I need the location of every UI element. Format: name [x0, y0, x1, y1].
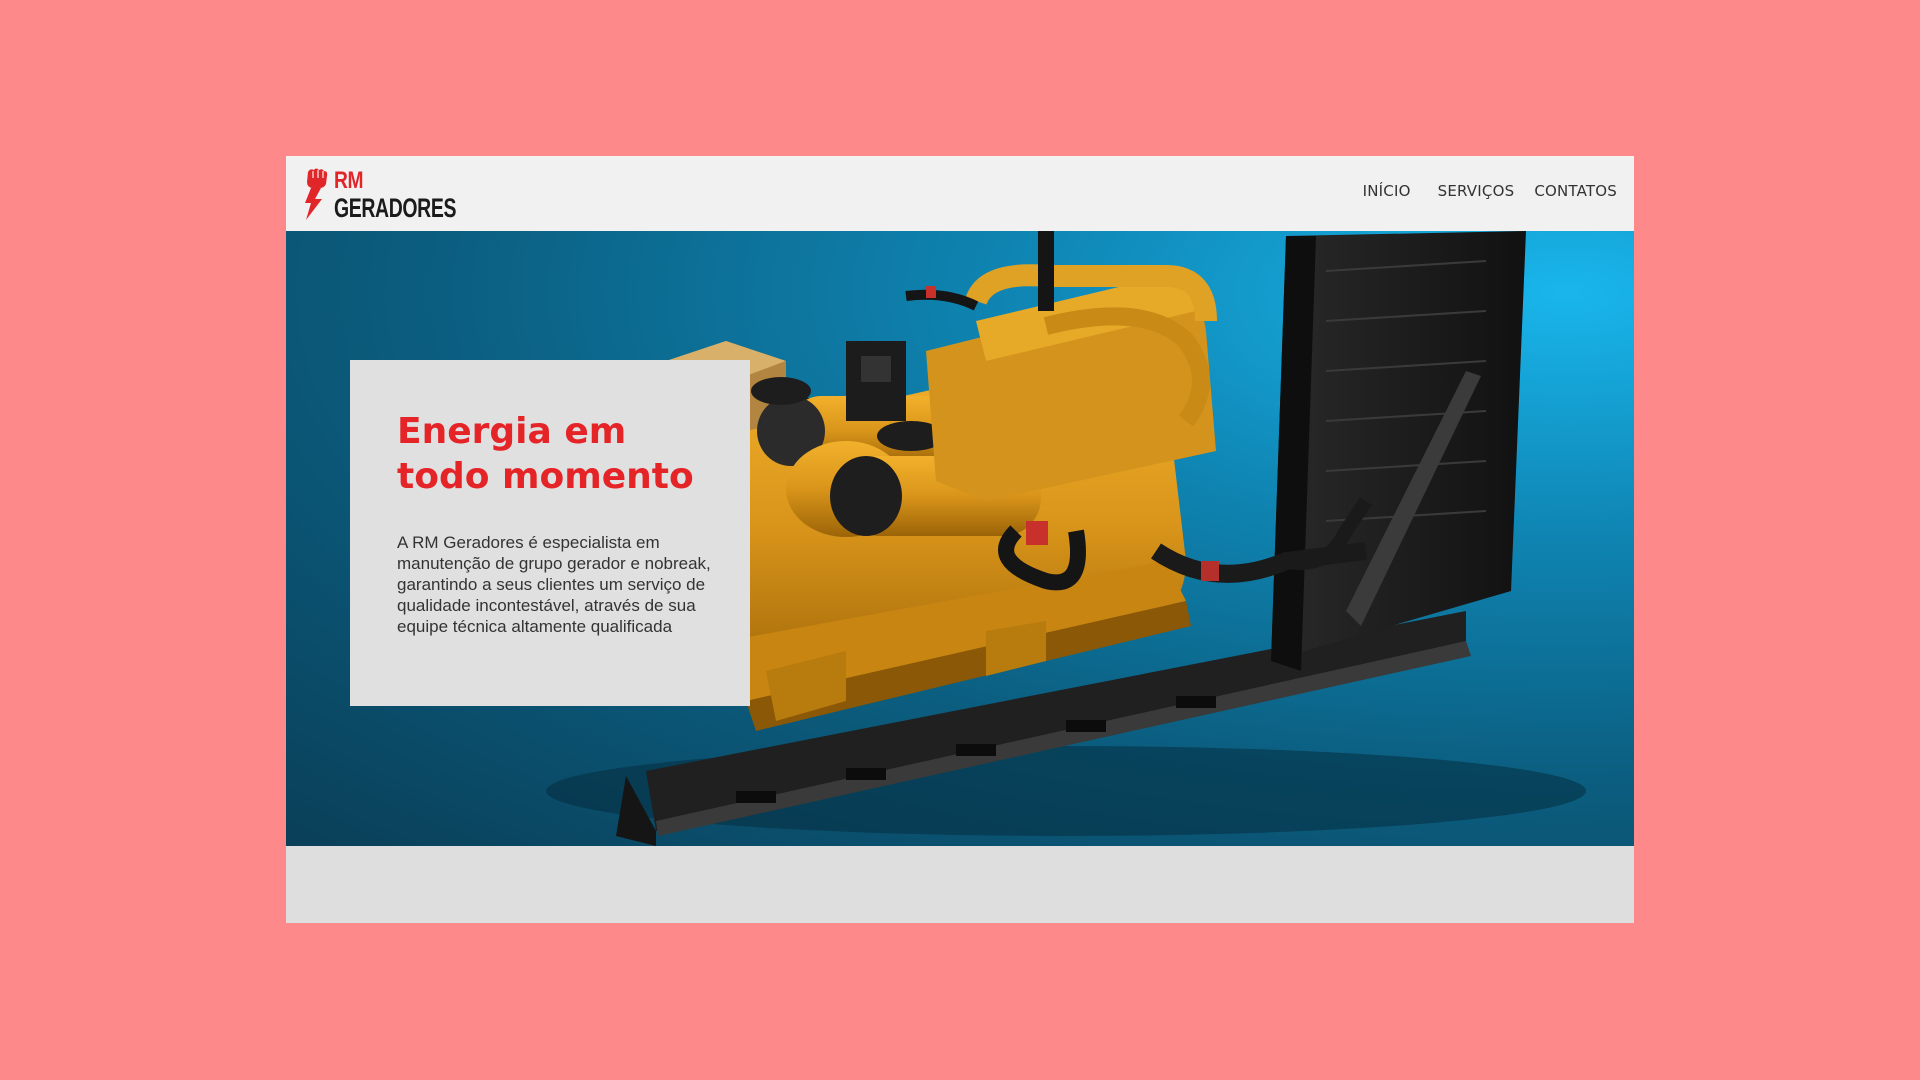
nav-link-servicos[interactable]: SERVIÇOS: [1438, 182, 1515, 200]
main-nav: INÍCIO SERVIÇOS CONTATOS: [1363, 182, 1617, 200]
logo-text-geradores: GERADORES: [334, 193, 457, 223]
hero-description: A RM Geradores é especialista em manuten…: [397, 533, 711, 636]
logo-text-rm: RM: [334, 167, 364, 194]
nav-link-contatos[interactable]: CONTATOS: [1534, 182, 1617, 200]
hero-card: Energia em todo momento A RM Geradores é…: [350, 360, 750, 706]
hero-title: Energia em todo momento: [397, 411, 694, 497]
website-mockup: RM GERADORES INÍCIO SERVIÇOS CONTATOS En…: [286, 156, 1634, 923]
logo[interactable]: RM GERADORES: [302, 164, 456, 224]
fist-lightning-icon: [305, 168, 328, 220]
nav-link-inicio[interactable]: INÍCIO: [1363, 182, 1411, 200]
hero-banner: Energia em todo momento A RM Geradores é…: [286, 231, 1634, 846]
content-section-placeholder: [286, 846, 1634, 923]
site-header: RM GERADORES INÍCIO SERVIÇOS CONTATOS: [286, 156, 1634, 231]
